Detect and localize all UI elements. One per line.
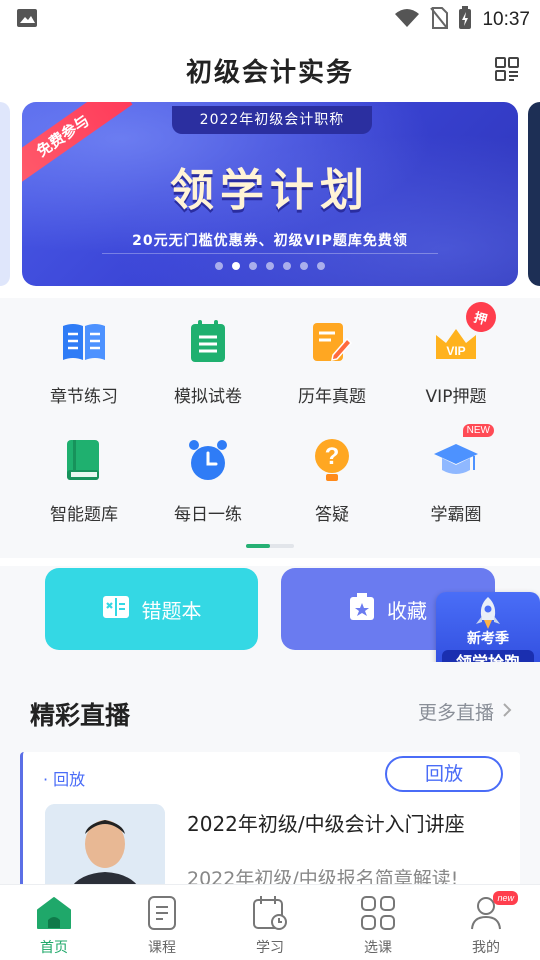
grid-item-label: VIP押题: [425, 387, 487, 407]
carousel-dot[interactable]: [300, 262, 308, 270]
more-live-link[interactable]: 更多直播: [418, 698, 512, 725]
grid-item-label: 历年真题: [298, 387, 366, 407]
grid-item-qa[interactable]: ? 答疑: [270, 434, 394, 532]
more-live-label: 更多直播: [417, 702, 494, 724]
grid-item-mock-exam[interactable]: 模拟试卷: [146, 316, 270, 414]
tab-courses[interactable]: 课程: [108, 885, 216, 960]
tab-select-courses[interactable]: 选课: [324, 885, 432, 960]
wrong-book-label: 错题本: [141, 598, 202, 623]
feature-grid: 章节练习 模拟试卷 历年真题 VIP 押 VIP押题 智能题库 每日一练 ? 答…: [22, 298, 518, 532]
tab-label: 学习: [256, 940, 284, 956]
new-badge: new: [493, 891, 518, 905]
tab-label: 首页: [40, 940, 68, 956]
grid-item-label: 智能题库: [50, 505, 118, 525]
banner-tag: 2022年初级会计职称: [172, 106, 372, 134]
svg-text:VIP: VIP: [446, 344, 465, 358]
top-header: 初级会计实务: [0, 36, 540, 100]
replay-button[interactable]: 回放: [385, 756, 503, 792]
feature-grid-area: 章节练习 模拟试卷 历年真题 VIP 押 VIP押题 智能题库 每日一练 ? 答…: [0, 298, 540, 558]
battery-icon: [458, 6, 472, 34]
grid-item-daily-practice[interactable]: 每日一练: [146, 434, 270, 532]
grid-item-past-exams[interactable]: 历年真题: [270, 316, 394, 414]
chevron-right-icon: [502, 701, 512, 723]
question-icon: ?: [306, 434, 358, 486]
gallery-notification-icon: [16, 8, 38, 32]
edit-doc-icon: [306, 316, 358, 368]
carousel-dot[interactable]: [317, 262, 325, 270]
new-badge: NEW: [462, 424, 494, 437]
live-section-title: 精彩直播: [30, 701, 131, 730]
live-card[interactable]: · 回放 回放 2022年初级/中级会计入门讲座 2022年初级/中级报名简章解…: [20, 752, 520, 904]
tab-profile[interactable]: new 我的: [432, 885, 540, 960]
promo-line1: 新考季: [467, 631, 509, 647]
live-title: 2022年初级/中级会计入门讲座: [187, 812, 465, 836]
grid-item-label: 答疑: [315, 505, 349, 525]
course-icon: [142, 893, 182, 933]
grid-item-label: 章节练习: [50, 387, 118, 407]
page-title: 初级会计实务: [185, 58, 354, 88]
tab-label: 选课: [364, 940, 392, 956]
no-sim-icon: [430, 7, 449, 33]
banner-peek-next: [528, 102, 540, 286]
tab-label: 我的: [472, 940, 500, 956]
tab-home[interactable]: 首页: [0, 885, 108, 960]
grid-item-label: 模拟试卷: [174, 387, 242, 407]
scan-qr-icon[interactable]: [494, 56, 520, 86]
notebook-icon: [182, 316, 234, 368]
alarm-clock-icon: [182, 434, 234, 486]
grid-item-top-students[interactable]: NEW 学霸圈: [394, 424, 518, 532]
clock-time: 10:37: [482, 9, 530, 30]
carousel-dot[interactable]: [249, 262, 257, 270]
banner-peek-previous: [0, 102, 10, 286]
carousel-dot[interactable]: [232, 262, 240, 270]
favorites-label: 收藏: [387, 598, 427, 623]
status-bar: 10:37: [0, 0, 540, 36]
wifi-icon: [394, 8, 420, 32]
grid-item-label: 学霸圈: [430, 505, 482, 525]
tab-label: 课程: [148, 940, 176, 956]
tab-study[interactable]: 学习: [216, 885, 324, 960]
carousel-dot[interactable]: [266, 262, 274, 270]
banner-subline: 20元无门槛优惠券、初级VIP题库免费领: [102, 230, 438, 254]
favorites-icon: [349, 592, 375, 626]
grid-item-chapter-practice[interactable]: 章节练习: [22, 316, 146, 414]
grid-page-indicator-active: [246, 544, 270, 548]
book-icon: [58, 316, 110, 368]
carousel-dots: [22, 262, 518, 270]
green-book-icon: [58, 434, 110, 486]
vip-crown-icon: VIP 押: [430, 298, 500, 368]
grid-item-smart-bank[interactable]: 智能题库: [22, 434, 146, 532]
replay-tag: · 回放: [43, 770, 86, 789]
carousel-dot[interactable]: [215, 262, 223, 270]
bottom-tab-bar: 首页 课程 学习 选课 new 我的: [0, 884, 540, 960]
grid-page-indicator: [246, 544, 294, 548]
banner-carousel[interactable]: 免费参与 2022年初级会计职称 领学计划 20元无门槛优惠券、初级VIP题库免…: [0, 100, 540, 290]
calendar-study-icon: [250, 893, 290, 933]
banner-headline: 领学计划: [170, 165, 370, 216]
home-icon: [34, 893, 74, 933]
wrong-book-button[interactable]: 错题本: [45, 568, 258, 650]
carousel-dot[interactable]: [283, 262, 291, 270]
profile-icon: new: [466, 891, 518, 933]
live-section: 精彩直播 更多直播 · 回放 回放 2022年初级/中级会计入门讲座 2022年…: [0, 662, 540, 904]
grid-item-label: 每日一练: [174, 505, 242, 525]
grid-item-vip-prediction[interactable]: VIP 押 VIP押题: [394, 298, 518, 414]
graduation-cap-icon: NEW: [430, 424, 494, 486]
wrong-book-icon: [102, 594, 130, 625]
svg-text:?: ?: [325, 443, 340, 470]
banner-slide[interactable]: 免费参与 2022年初级会计职称 领学计划 20元无门槛优惠券、初级VIP题库免…: [22, 102, 518, 286]
grid-select-icon: [358, 893, 398, 933]
